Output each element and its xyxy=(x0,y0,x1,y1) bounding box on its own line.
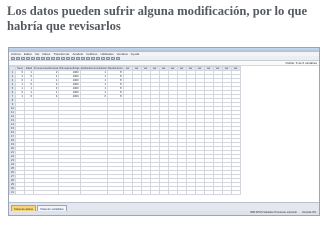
data-cell[interactable] xyxy=(131,190,142,195)
toolbar-button-icon[interactable] xyxy=(101,57,105,60)
toolbar-button-icon[interactable] xyxy=(61,57,65,60)
toolbar-button-icon[interactable] xyxy=(56,57,60,60)
toolbar-button-icon[interactable] xyxy=(71,57,75,60)
data-cell[interactable] xyxy=(194,190,205,195)
slide-title: Los datos pueden sufrir alguna modificac… xyxy=(7,4,308,33)
data-cell[interactable] xyxy=(106,190,124,195)
data-cell[interactable] xyxy=(176,190,187,195)
data-cell[interactable] xyxy=(167,190,178,195)
data-grid: Sexo Edad Frecuenciaudiovisual Ritmoaprendi… xyxy=(9,66,319,203)
spss-data-editor-window: Archivo Editar Ver Datos Transformar Analizar… xyxy=(8,47,320,216)
toolbar-button-icon[interactable] xyxy=(21,57,25,60)
toolbar-button-icon[interactable] xyxy=(51,57,55,60)
data-cell[interactable] xyxy=(122,190,133,195)
toolbar-button-icon[interactable] xyxy=(86,57,90,60)
menu-item[interactable]: Datos xyxy=(42,52,50,56)
data-cell[interactable] xyxy=(158,190,169,195)
data-cell[interactable] xyxy=(79,190,108,195)
menu-item[interactable]: Utilidades xyxy=(100,52,113,56)
menu-item[interactable]: Ayuda xyxy=(131,52,139,56)
data-cell[interactable] xyxy=(185,190,196,195)
menu-item[interactable]: Editar xyxy=(24,52,32,56)
toolbar-button-icon[interactable] xyxy=(91,57,95,60)
table-row: 31 xyxy=(9,190,241,195)
toolbar-button-icon[interactable] xyxy=(111,57,115,60)
data-cell[interactable] xyxy=(58,190,81,195)
toolbar-button-icon[interactable] xyxy=(16,57,20,60)
column-header[interactable]: Estilosdecomunicación xyxy=(79,66,108,71)
status-bar: IBM SPSS Statistics Processor está listo… xyxy=(9,211,319,215)
menu-item[interactable]: Archivo xyxy=(11,52,21,56)
menu-item[interactable]: Analizar xyxy=(72,52,83,56)
view-tabs: Vista de datos Vista de variables xyxy=(9,202,319,211)
toolbar-button-icon[interactable] xyxy=(66,57,70,60)
menu-item[interactable]: Ver xyxy=(35,52,40,56)
unicode-status: Unicode:ON xyxy=(301,211,316,214)
toolbar-button-icon[interactable] xyxy=(11,57,15,60)
toolbar-button-icon[interactable] xyxy=(81,57,85,60)
visible-variables-label: Visible: 6 de 6 variables xyxy=(285,61,317,65)
toolbar-button-icon[interactable] xyxy=(116,57,120,60)
toolbar-button-icon[interactable] xyxy=(41,57,45,60)
processor-status: IBM SPSS Statistics Processor está listo xyxy=(250,211,297,214)
toolbar-button-icon[interactable] xyxy=(31,57,35,60)
column-header[interactable]: Ritmoaprendizaje xyxy=(58,66,81,71)
toolbar-button-icon[interactable] xyxy=(106,57,110,60)
data-cell[interactable] xyxy=(230,190,241,195)
data-cell[interactable] xyxy=(24,190,34,195)
column-header[interactable]: Frecuenciaudiovisual xyxy=(32,66,60,71)
data-cell[interactable] xyxy=(212,190,223,195)
toolbar-button-icon[interactable] xyxy=(26,57,30,60)
column-header[interactable]: Rendimiento xyxy=(106,66,124,71)
toolbar-button-icon[interactable] xyxy=(76,57,80,60)
data-cell[interactable] xyxy=(221,190,232,195)
toolbar-button-icon[interactable] xyxy=(96,57,100,60)
data-cell[interactable] xyxy=(140,190,151,195)
data-table: Sexo Edad Frecuenciaudiovisual Ritmoaprendi… xyxy=(9,66,241,195)
menu-item[interactable]: Transformar xyxy=(53,52,69,56)
data-cell[interactable] xyxy=(149,190,160,195)
data-cell[interactable] xyxy=(15,190,25,195)
menu-item[interactable]: Gráficos xyxy=(86,52,97,56)
data-cell[interactable] xyxy=(203,190,214,195)
menu-item[interactable]: Ventana xyxy=(117,52,128,56)
toolbar-button-icon[interactable] xyxy=(36,57,40,60)
toolbar-button-icon[interactable] xyxy=(46,57,50,60)
data-cell[interactable] xyxy=(32,190,60,195)
